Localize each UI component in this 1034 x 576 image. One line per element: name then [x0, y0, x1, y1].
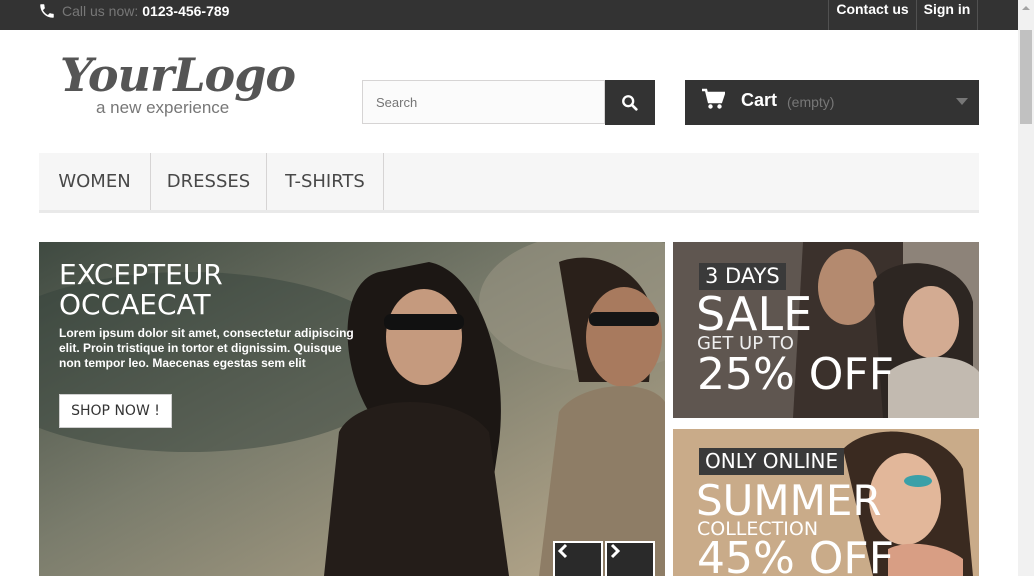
top-bar: Call us now: 0123-456-789 Contact us Sig…	[0, 0, 1018, 30]
banner-offer: 25% OFF	[697, 349, 895, 400]
logo-tagline: a new experience	[96, 98, 230, 117]
logo-text: YourLogo	[60, 48, 296, 102]
slider-next-button[interactable]	[605, 541, 655, 576]
slide-title-line-1: EXCEPTEUR	[59, 258, 223, 291]
homepage-slider[interactable]: EXCEPTEUR OCCAECAT Lorem ipsum dolor sit…	[39, 242, 665, 576]
menu-item-dresses[interactable]: DRESSES	[151, 153, 267, 210]
banner-badge: 3 DAYS	[699, 263, 786, 290]
cart-status: (empty)	[787, 94, 835, 110]
chevron-right-icon	[610, 543, 621, 559]
cart-block[interactable]: Cart (empty)	[685, 80, 979, 125]
chevron-left-icon	[557, 543, 568, 559]
menu-item-women[interactable]: WOMEN	[39, 153, 151, 210]
site-logo[interactable]: YourLogo a new experience	[60, 48, 300, 123]
chevron-down-icon	[956, 98, 968, 105]
scroll-up-arrow-icon[interactable]	[1018, 0, 1034, 16]
phone-label: Call us now:	[62, 3, 139, 19]
search-button[interactable]	[605, 80, 655, 125]
main-menu: WOMEN DRESSES T-SHIRTS	[39, 153, 979, 213]
slider-prev-button[interactable]	[553, 541, 603, 576]
slide-description: Lorem ipsum dolor sit amet, consectetur …	[59, 326, 354, 370]
shop-now-button[interactable]: SHOP NOW !	[59, 394, 172, 428]
slide-title: EXCEPTEUR OCCAECAT	[59, 260, 223, 320]
cart-icon	[702, 88, 725, 109]
cart-label: Cart	[741, 90, 778, 110]
banner-badge: ONLY ONLINE	[699, 448, 845, 475]
search-icon	[622, 94, 638, 111]
menu-item-t-shirts[interactable]: T-SHIRTS	[267, 153, 384, 210]
banner-offer: 45% OFF	[697, 533, 895, 576]
sign-in-link[interactable]: Sign in	[916, 0, 978, 30]
search-input[interactable]	[362, 80, 605, 124]
phone-icon	[40, 4, 54, 18]
banner-headline: SALE	[696, 287, 813, 341]
phone-info: Call us now: 0123-456-789	[38, 0, 229, 22]
promo-banner-sale[interactable]: 3 DAYS SALE GET UP TO 25% OFF	[673, 242, 979, 418]
slide-title-line-2: OCCAECAT	[59, 288, 211, 321]
promo-banner-summer[interactable]: ONLY ONLINE SUMMER COLLECTION 45% OFF	[673, 429, 979, 576]
contact-us-link[interactable]: Contact us	[828, 0, 916, 30]
phone-number: 0123-456-789	[142, 3, 230, 19]
scrollbar-thumb[interactable]	[1020, 30, 1032, 124]
